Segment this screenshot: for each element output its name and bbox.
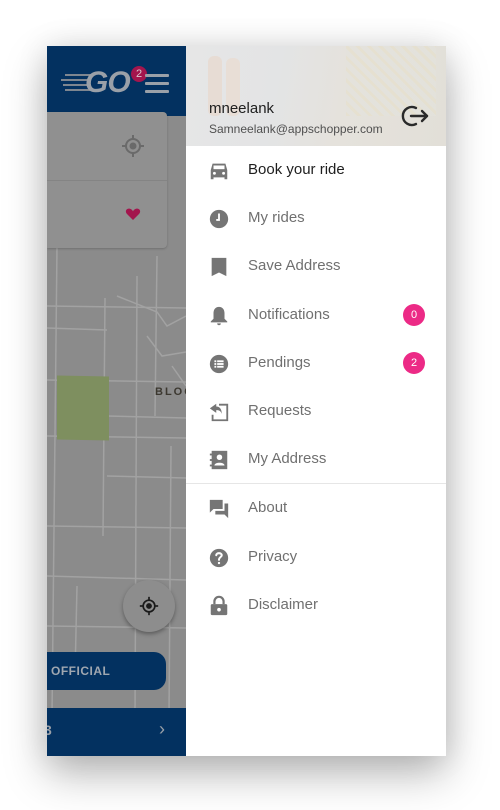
menu-item-notifications[interactable]: Notifications 0 [186,291,446,339]
map-label: BLOC [155,386,186,398]
reply-icon [209,403,229,422]
menu-item-label: Requests [248,401,312,419]
menu-item-my-address[interactable]: My Address [186,435,446,483]
phone-frame: BLOC GO 2 [47,46,446,756]
chat-icon [209,500,229,519]
list-icon [209,354,229,373]
heart-icon[interactable] [125,206,141,222]
menu-item-save-address[interactable]: Save Address [186,242,446,290]
my-location-button[interactable] [123,580,175,632]
hamburger-menu-icon[interactable] [145,74,169,94]
menu-item-requests[interactable]: Requests [186,387,446,435]
menu-item-label: My Address [248,450,327,468]
menu-item-privacy[interactable]: Privacy [186,533,446,581]
gps-icon[interactable] [121,134,145,158]
location-search-card[interactable] [47,112,167,248]
menu-item-label: About [248,499,288,517]
bell-icon [210,306,228,325]
menu-item-label: Book your ride [248,161,345,178]
menu-item-about[interactable]: About [186,484,446,532]
official-button-label: OFFICIAL [51,664,111,678]
menu-item-pendings[interactable]: Pendings 2 [186,339,446,387]
menu-item-label: Pendings [248,353,311,371]
drawer-menu: Book your ride My rides Save Address Not… [186,146,446,629]
logo-text: GO [85,66,131,99]
menu-item-label: Privacy [248,547,298,565]
notifications-count-badge: 0 [403,303,425,326]
menu-item-my-rides[interactable]: My rides [186,194,446,242]
park-area [57,375,109,441]
menu-item-label: Disclaimer [248,595,319,613]
bottom-bar[interactable]: 3 › [47,708,186,756]
menu-item-label: My rides [248,209,305,227]
drawer-header: mneelank Samneelank@appschopper.com [186,46,446,146]
user-email: Samneelank@appschopper.com [209,122,383,136]
bottom-bar-text: 3 [47,722,52,738]
logout-icon[interactable] [400,102,430,130]
clock-icon [209,210,229,229]
user-name: mneelank [209,100,275,117]
menu-item-disclaimer[interactable]: Disclaimer [186,581,446,629]
car-icon [210,163,228,180]
lock-icon [210,595,228,615]
pendings-count-badge: 2 [403,351,425,374]
bookmark-icon [211,258,227,277]
help-icon [209,548,229,567]
crosshair-icon [139,596,159,616]
app-header: GO 2 [47,46,186,116]
menu-item-book-your-ride[interactable]: Book your ride [186,146,446,194]
navigation-drawer: mneelank Samneelank@appschopper.com Book… [186,46,446,756]
official-button[interactable]: OFFICIAL [47,652,166,690]
menu-item-label: Save Address [248,257,341,275]
contact-book-icon [209,450,228,470]
background-app[interactable]: BLOC GO 2 [47,46,186,756]
chevron-right-icon[interactable]: › [159,719,165,740]
menu-item-label: Notifications [248,305,330,323]
